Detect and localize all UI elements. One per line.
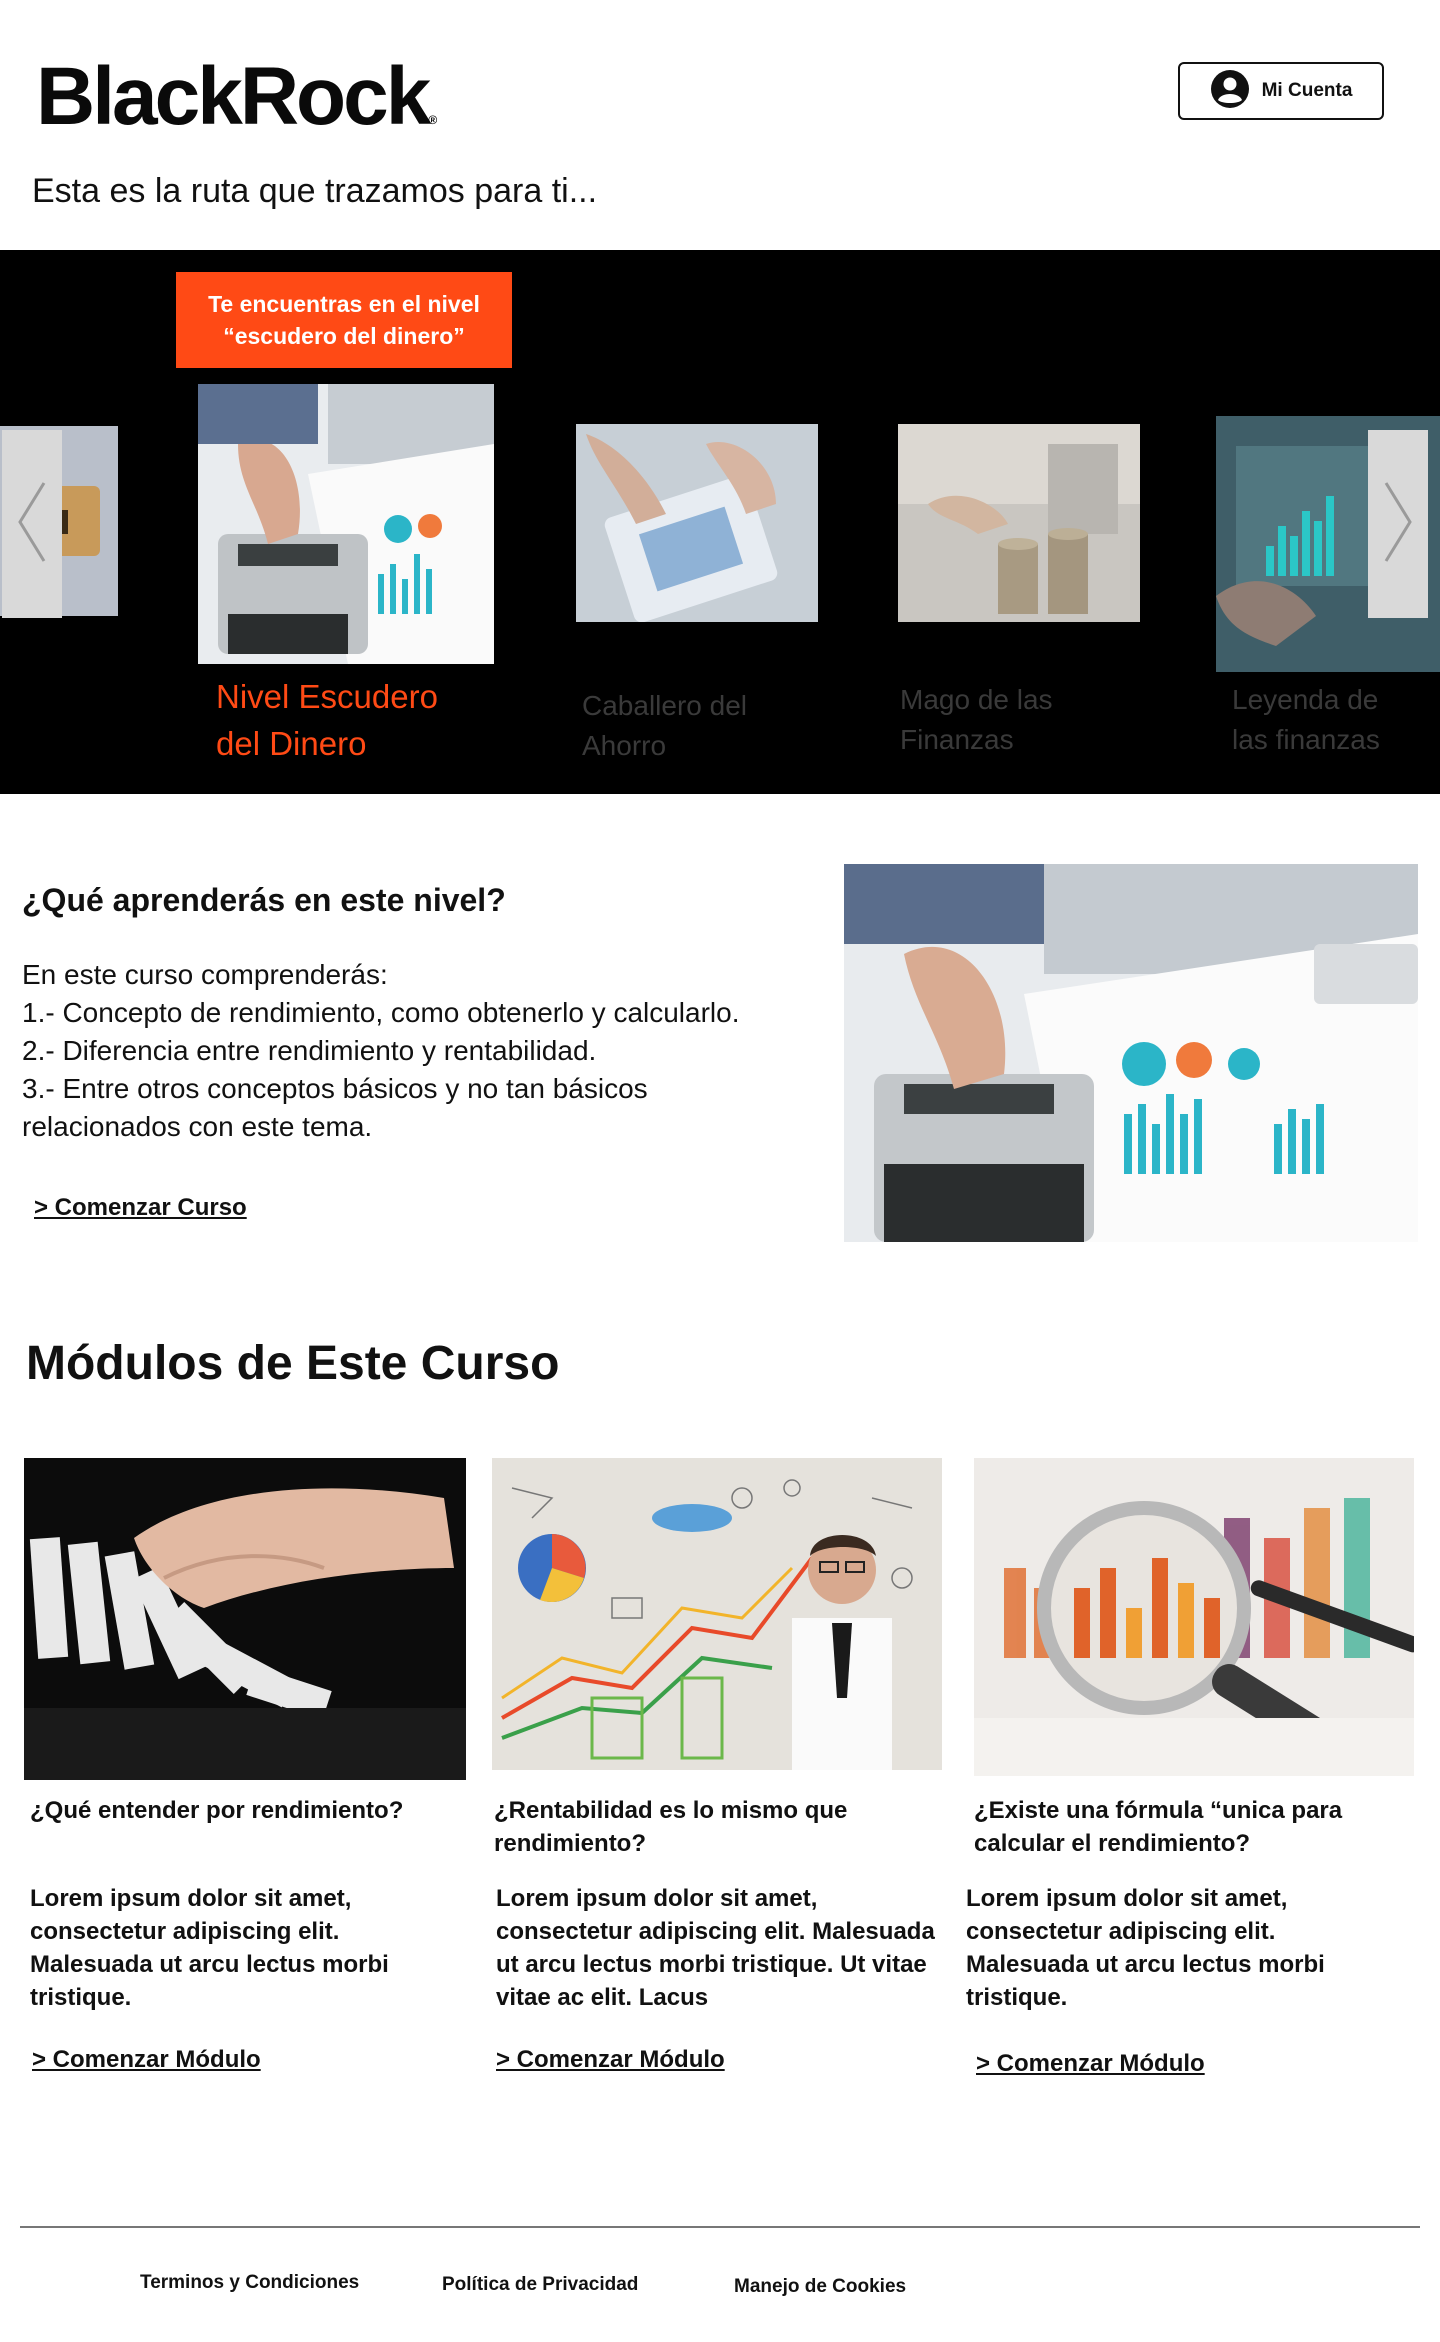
carousel-prev-button[interactable] <box>2 430 62 618</box>
level-image-mago[interactable] <box>898 424 1140 622</box>
course-section-title: ¿Qué aprenderás en este nivel? <box>22 882 506 918</box>
badge-line-1: Te encuentras en el nivel <box>208 290 480 317</box>
module-image-rendimiento[interactable] <box>24 1458 466 1780</box>
level-label-line: las finanzas <box>1232 723 1380 755</box>
start-module-link-2[interactable]: > Comenzar Módulo <box>496 2046 725 2074</box>
module-question-2: ¿Rentabilidad es lo mismo que rendimient… <box>494 1797 848 1858</box>
course-point: 3.- Entre otros conceptos básicos y no t… <box>22 1073 648 1143</box>
privacy-link[interactable]: Política de Privacidad <box>442 2274 638 2296</box>
module-question-3: ¿Existe una fórmula “unica para calcular… <box>974 1797 1343 1858</box>
chevron-left-icon <box>12 477 52 572</box>
course-description: En este curso comprenderás: 1.- Concepto… <box>22 956 822 1146</box>
level-label-line: del Dinero <box>216 724 367 762</box>
current-level-badge: Te encuentras en el nivel “escudero del … <box>176 272 512 368</box>
module-image-formula[interactable] <box>974 1458 1414 1776</box>
badge-line-2: “escudero del dinero” <box>223 323 465 349</box>
level-label-line: Leyenda de <box>1232 684 1379 715</box>
route-tagline: Esta es la ruta que trazamos para ti... <box>32 172 598 210</box>
account-label: Mi Cuenta <box>1261 80 1353 101</box>
start-module-link-1[interactable]: > Comenzar Módulo <box>32 2046 261 2074</box>
start-course-link[interactable]: > Comenzar Curso <box>34 1194 247 1222</box>
course-image <box>844 864 1418 1242</box>
module-body-3: Lorem ipsum dolor sit amet, consectetur … <box>966 1885 1325 2012</box>
registered-mark: ® <box>428 113 438 127</box>
logo-text: BlackRock <box>36 51 431 142</box>
level-label-line: Ahorro <box>582 729 667 761</box>
cookies-link[interactable]: Manejo de Cookies <box>734 2276 906 2298</box>
level-label-caballero[interactable]: Caballero del Ahorro <box>582 686 747 766</box>
level-label-escudero[interactable]: Nivel Escudero del Dinero <box>216 674 438 768</box>
level-label-line: Finanzas <box>900 723 1014 755</box>
level-label-line: Caballero del <box>582 690 747 721</box>
carousel-next-button[interactable] <box>1368 430 1428 618</box>
module-question-1: ¿Qué entender por rendimiento? <box>30 1797 404 1824</box>
levels-carousel: Te encuentras en el nivel “escudero del … <box>0 250 1440 794</box>
course-point: 2.- Diferencia entre rendimiento y renta… <box>22 1035 597 1067</box>
chevron-right-icon <box>1378 477 1418 572</box>
terms-link[interactable]: Terminos y Condiciones <box>140 2272 359 2294</box>
level-image-caballero[interactable] <box>576 424 818 622</box>
user-icon <box>1210 69 1250 114</box>
blackrock-logo[interactable]: BlackRock® <box>36 56 437 138</box>
course-intro: En este curso comprenderás: <box>22 959 388 990</box>
course-point: 1.- Concepto de rendimiento, como obtene… <box>22 997 740 1029</box>
modules-section-title: Módulos de Este Curso <box>26 1337 560 1390</box>
module-body-2: Lorem ipsum dolor sit amet, consectetur … <box>496 1885 935 2012</box>
level-image-escudero[interactable] <box>198 384 494 664</box>
my-account-button[interactable]: Mi Cuenta <box>1178 62 1384 120</box>
module-image-rentabilidad[interactable] <box>492 1458 942 1770</box>
footer-divider <box>20 2226 1420 2228</box>
level-label-line: Mago de las <box>900 684 1053 715</box>
start-module-link-3[interactable]: > Comenzar Módulo <box>976 2050 1205 2078</box>
level-label-line: Nivel Escudero <box>216 678 438 715</box>
level-label-leyenda[interactable]: Leyenda de las finanzas <box>1232 680 1380 760</box>
level-label-mago[interactable]: Mago de las Finanzas <box>900 680 1053 760</box>
module-body-1: Lorem ipsum dolor sit amet, consectetur … <box>30 1885 389 2012</box>
